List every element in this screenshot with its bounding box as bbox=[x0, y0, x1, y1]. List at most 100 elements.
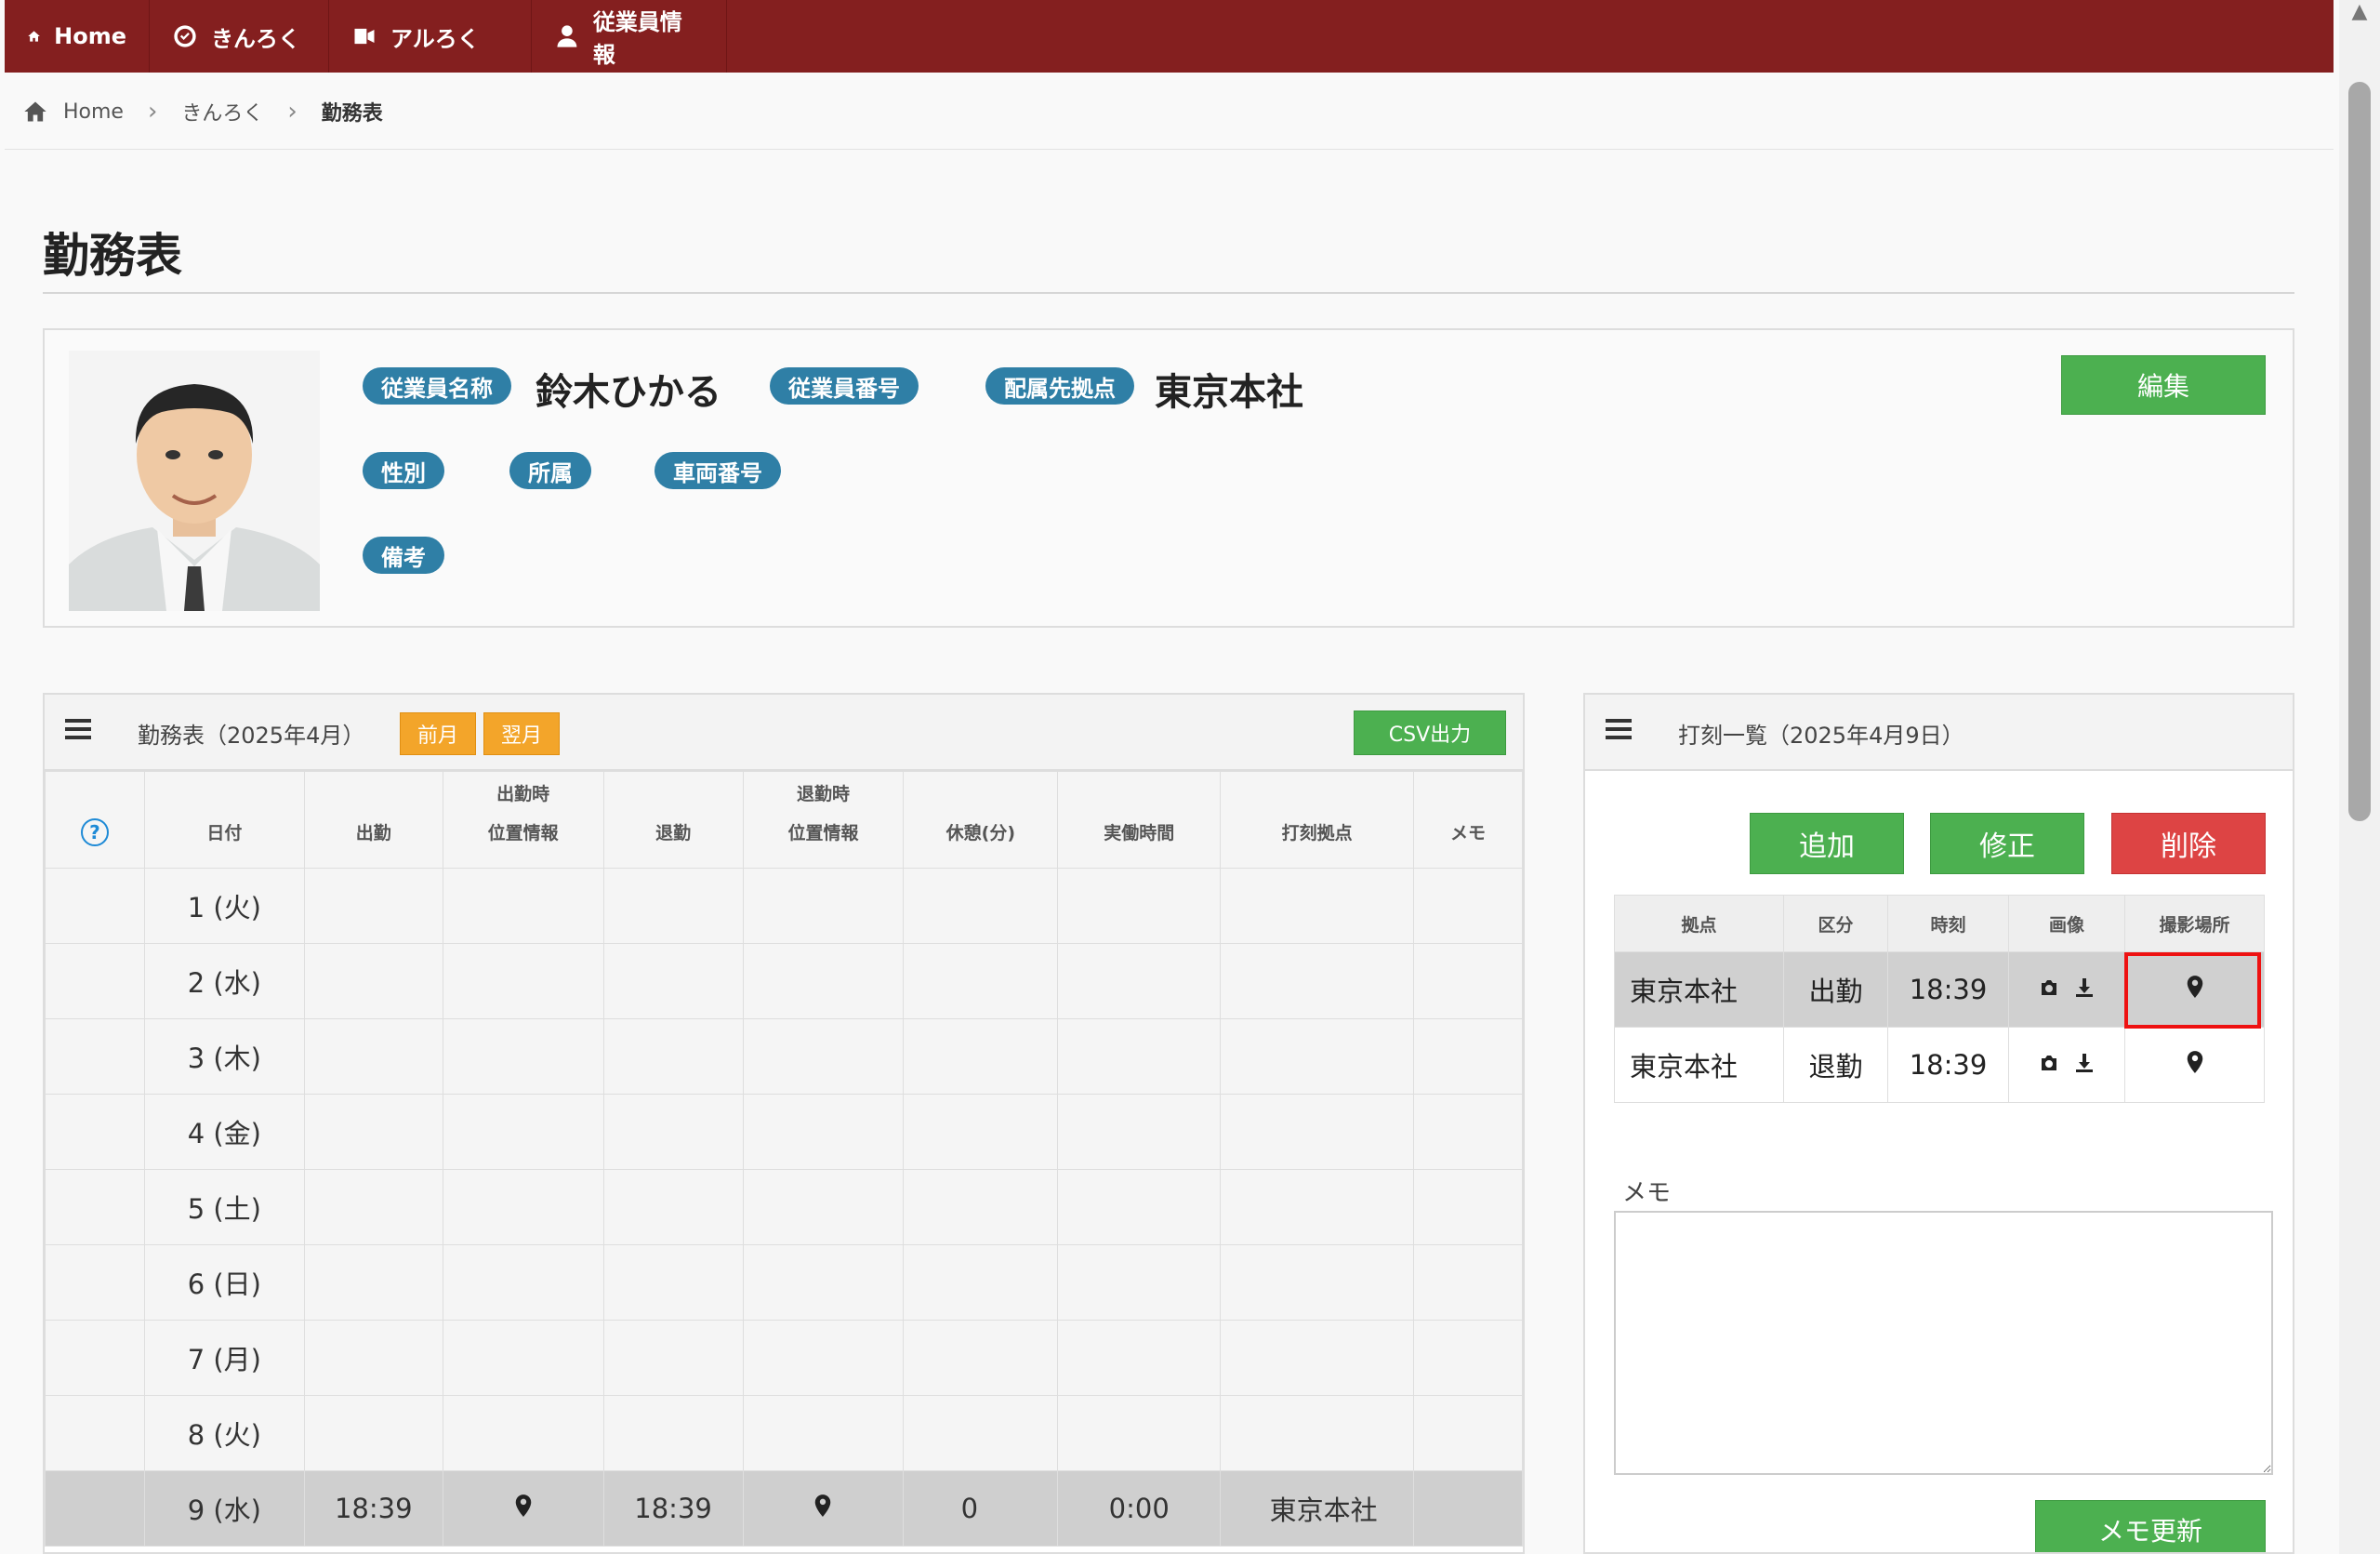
menu-icon[interactable] bbox=[1606, 719, 1632, 745]
row-clock-out: 18:39 bbox=[602, 1470, 744, 1547]
punch-title: 打刻一覧（2025年4月9日） bbox=[1678, 723, 1964, 749]
table-row[interactable]: 3 (木) bbox=[45, 1018, 1523, 1095]
col-punch-base: 拠点 bbox=[1614, 895, 1784, 952]
punch-base: 東京本社 bbox=[1614, 1027, 1784, 1103]
row-out-location bbox=[742, 943, 905, 1019]
top-nav: Home きんろく アルろく 従業員情報 bbox=[5, 0, 2334, 73]
breadcrumb-current: 勤務表 bbox=[321, 102, 383, 126]
breadcrumb-section[interactable]: きんろく bbox=[181, 97, 263, 126]
nav-home[interactable]: Home bbox=[5, 0, 150, 73]
row-spacer bbox=[45, 1395, 145, 1471]
next-month-button[interactable]: 翌月 bbox=[483, 712, 560, 755]
row-spacer bbox=[45, 1470, 145, 1547]
row-base bbox=[1220, 1094, 1415, 1170]
nav-alrok[interactable]: アルろく bbox=[329, 0, 532, 73]
row-date: 7 (月) bbox=[143, 1320, 305, 1396]
row-in-location bbox=[442, 1094, 604, 1170]
table-row-selected[interactable]: 9 (水) 18:39 18:39 0 0:00 東京本社 bbox=[45, 1470, 1523, 1547]
map-pin-icon[interactable] bbox=[813, 1493, 833, 1517]
table-row[interactable]: 4 (金) bbox=[45, 1094, 1523, 1170]
row-clock-in: 18:39 bbox=[303, 1470, 443, 1547]
employee-profile-card: 従業員名称 鈴木ひかる 従業員番号 配属先拠点 東京本社 性別 所属 車両番号 … bbox=[43, 328, 2294, 628]
row-clock-in bbox=[303, 1169, 443, 1245]
help-icon[interactable]: ? bbox=[80, 818, 109, 846]
delete-punch-button[interactable]: 削除 bbox=[2111, 813, 2266, 874]
col-memo: メモ bbox=[1413, 771, 1523, 869]
csv-export-button[interactable]: CSV出力 bbox=[1354, 711, 1506, 755]
col-date: 日付 bbox=[143, 771, 305, 869]
update-memo-button[interactable]: メモ更新 bbox=[2035, 1500, 2266, 1552]
table-row[interactable]: 8 (火) bbox=[45, 1395, 1523, 1471]
row-date: 6 (日) bbox=[143, 1244, 305, 1321]
table-row[interactable]: 1 (火) bbox=[45, 868, 1523, 944]
table-row[interactable]: 6 (日) bbox=[45, 1244, 1523, 1321]
add-punch-button[interactable]: 追加 bbox=[1750, 813, 1904, 874]
col-punch-type: 区分 bbox=[1783, 895, 1888, 952]
table-row[interactable]: 7 (月) bbox=[45, 1320, 1523, 1396]
dept-label-tag: 所属 bbox=[509, 452, 591, 489]
map-pin-icon[interactable] bbox=[513, 1493, 534, 1517]
menu-icon[interactable] bbox=[65, 719, 91, 745]
punch-row[interactable]: 東京本社 退勤 18:39 bbox=[1614, 1027, 2265, 1103]
row-clock-in bbox=[303, 1018, 443, 1095]
row-base bbox=[1220, 1018, 1415, 1095]
row-date: 8 (火) bbox=[143, 1395, 305, 1471]
download-icon[interactable] bbox=[2073, 1052, 2096, 1074]
row-in-location bbox=[442, 943, 604, 1019]
scroll-up-icon[interactable]: ▲ bbox=[2347, 0, 2373, 26]
map-pin-icon[interactable] bbox=[2185, 974, 2205, 998]
row-out-location bbox=[742, 868, 905, 944]
map-pin-icon[interactable] bbox=[2185, 1049, 2205, 1073]
row-clock-out bbox=[602, 1244, 744, 1321]
row-spacer bbox=[45, 1018, 145, 1095]
col-out-location-line2: 位置情報 bbox=[787, 823, 859, 843]
row-in-location bbox=[442, 1470, 604, 1547]
breadcrumb-home[interactable]: Home bbox=[63, 100, 124, 124]
row-break bbox=[903, 868, 1059, 944]
camera-icon[interactable] bbox=[2038, 1052, 2060, 1074]
punch-image-cell bbox=[2008, 1027, 2125, 1103]
memo-textarea[interactable] bbox=[1614, 1211, 2273, 1475]
check-circle-icon bbox=[174, 25, 196, 47]
row-out-location bbox=[742, 1320, 905, 1396]
row-break bbox=[903, 1320, 1059, 1396]
row-clock-in bbox=[303, 943, 443, 1019]
row-base bbox=[1220, 1320, 1415, 1396]
camera-icon[interactable] bbox=[2038, 976, 2060, 999]
edit-punch-button[interactable]: 修正 bbox=[1930, 813, 2084, 874]
download-icon[interactable] bbox=[2073, 976, 2096, 999]
table-row[interactable]: 5 (土) bbox=[45, 1169, 1523, 1245]
row-memo bbox=[1413, 1470, 1523, 1547]
attendance-panel: 勤務表（2025年4月） 前月 翌月 CSV出力 ? 日付 出勤 出勤時 位置情報… bbox=[43, 693, 1525, 1554]
nav-employee[interactable]: 従業員情報 bbox=[532, 0, 727, 73]
row-spacer bbox=[45, 1169, 145, 1245]
row-clock-out bbox=[602, 943, 744, 1019]
scroll-thumb[interactable] bbox=[2348, 82, 2371, 821]
row-spacer bbox=[45, 1320, 145, 1396]
employee-photo bbox=[69, 351, 320, 611]
home-icon bbox=[28, 31, 40, 42]
row-out-location bbox=[742, 1470, 905, 1547]
row-break bbox=[903, 1169, 1059, 1245]
page-scrollbar[interactable]: ▲ bbox=[2339, 0, 2380, 1554]
row-base bbox=[1220, 1395, 1415, 1471]
attendance-header-row: ? 日付 出勤 出勤時 位置情報 退勤 退勤時 位置情報 休憩(分) 実働時間 打刻… bbox=[45, 771, 1523, 869]
row-out-location bbox=[742, 1094, 905, 1170]
punch-row-selected[interactable]: 東京本社 出勤 18:39 bbox=[1614, 951, 2265, 1028]
nav-kinrok[interactable]: きんろく bbox=[150, 0, 329, 73]
col-in-location: 出勤時 位置情報 bbox=[442, 771, 604, 869]
edit-profile-button[interactable]: 編集 bbox=[2061, 355, 2266, 415]
nav-employee-label: 従業員情報 bbox=[592, 9, 682, 68]
row-memo bbox=[1413, 868, 1523, 944]
row-base bbox=[1220, 1244, 1415, 1321]
col-in-location-line2: 位置情報 bbox=[487, 823, 559, 843]
row-memo bbox=[1413, 1018, 1523, 1095]
punch-time: 18:39 bbox=[1887, 951, 2009, 1028]
document-icon bbox=[354, 28, 375, 45]
punch-place-cell bbox=[2124, 1027, 2265, 1103]
prev-month-button[interactable]: 前月 bbox=[400, 712, 476, 755]
row-out-location bbox=[742, 1169, 905, 1245]
col-break: 休憩(分) bbox=[903, 771, 1059, 869]
user-icon bbox=[557, 25, 577, 47]
table-row[interactable]: 2 (水) bbox=[45, 943, 1523, 1019]
